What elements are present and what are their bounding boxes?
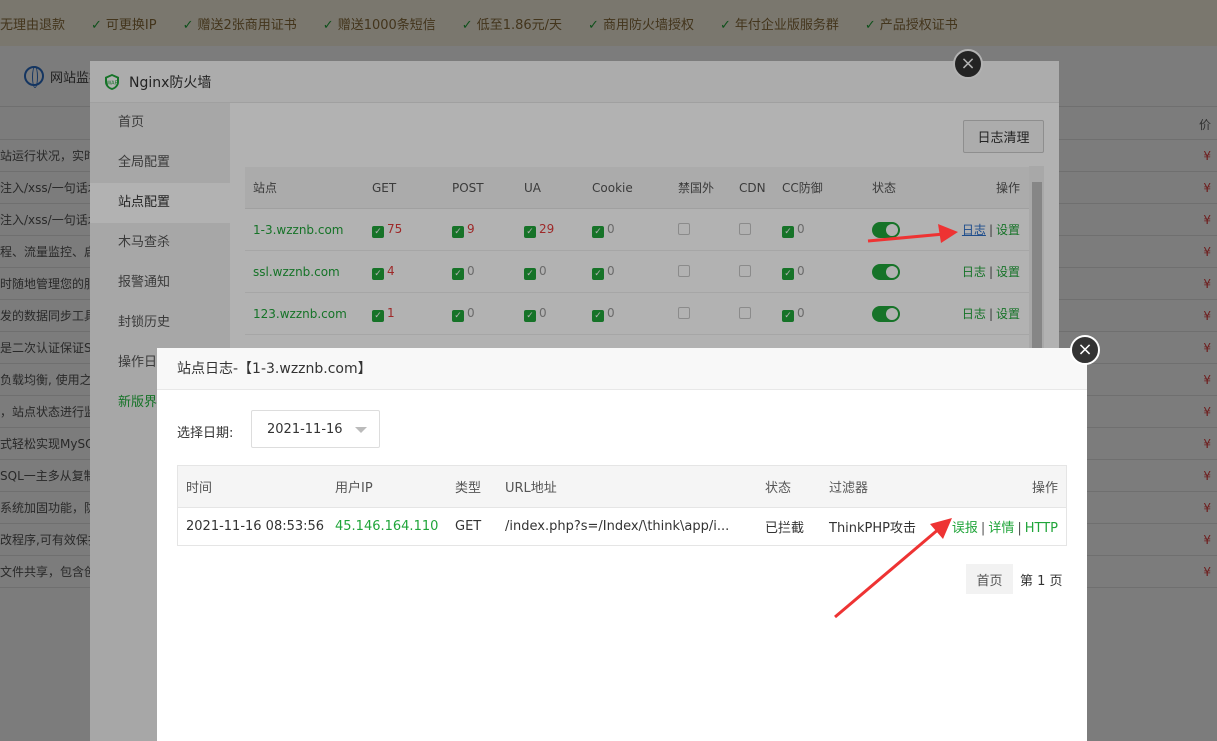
date-label: 选择日期: [177, 426, 234, 441]
date-select[interactable]: 2021-11-16 [251, 410, 380, 448]
separator: | [1017, 521, 1022, 536]
log-filter: ThinkPHP攻击 [829, 521, 917, 536]
log-ip: 45.146.164.110 [335, 519, 439, 534]
separator: | [980, 521, 986, 536]
log-table-header: 时间 用户IP 类型 URL地址 状态 过滤器 操作 [178, 466, 1066, 508]
col-op: 操作 [1031, 481, 1058, 496]
col-time: 时间 [186, 481, 213, 496]
site-log-title: 站点日志-【1-3.wzznb.com】 [157, 348, 1087, 390]
http-link[interactable]: HTTP [1025, 521, 1058, 536]
site-log-dialog: 站点日志-【1-3.wzznb.com】 选择日期: 2021-11-16 时间… [157, 348, 1087, 741]
current-page: 第 1 页 [1020, 573, 1063, 589]
col-state: 状态 [765, 481, 792, 496]
date-value: 2021-11-16 [267, 421, 343, 437]
table-row: 2021-11-16 08:53:56 45.146.164.110 GET /… [178, 508, 1066, 545]
close-icon[interactable]: × [1070, 335, 1100, 365]
first-page-button[interactable]: 首页 [966, 564, 1013, 594]
col-url: URL地址 [505, 481, 557, 496]
chevron-down-icon [355, 427, 367, 433]
log-state: 已拦截 [765, 521, 805, 536]
detail-link[interactable]: 详情 [988, 521, 1014, 536]
col-ip: 用户IP [335, 481, 373, 496]
log-table: 时间 用户IP 类型 URL地址 状态 过滤器 操作 2021-11-16 08… [177, 465, 1067, 546]
col-filter: 过滤器 [829, 481, 869, 496]
log-type: GET [455, 519, 482, 534]
false-positive-link[interactable]: 误报 [952, 521, 978, 536]
log-time: 2021-11-16 08:53:56 [186, 519, 325, 534]
pagination: 首页 第 1 页 [966, 564, 1063, 594]
log-url: /index.php?s=/Index/\think\app/i... [505, 519, 730, 534]
col-type: 类型 [455, 481, 482, 496]
